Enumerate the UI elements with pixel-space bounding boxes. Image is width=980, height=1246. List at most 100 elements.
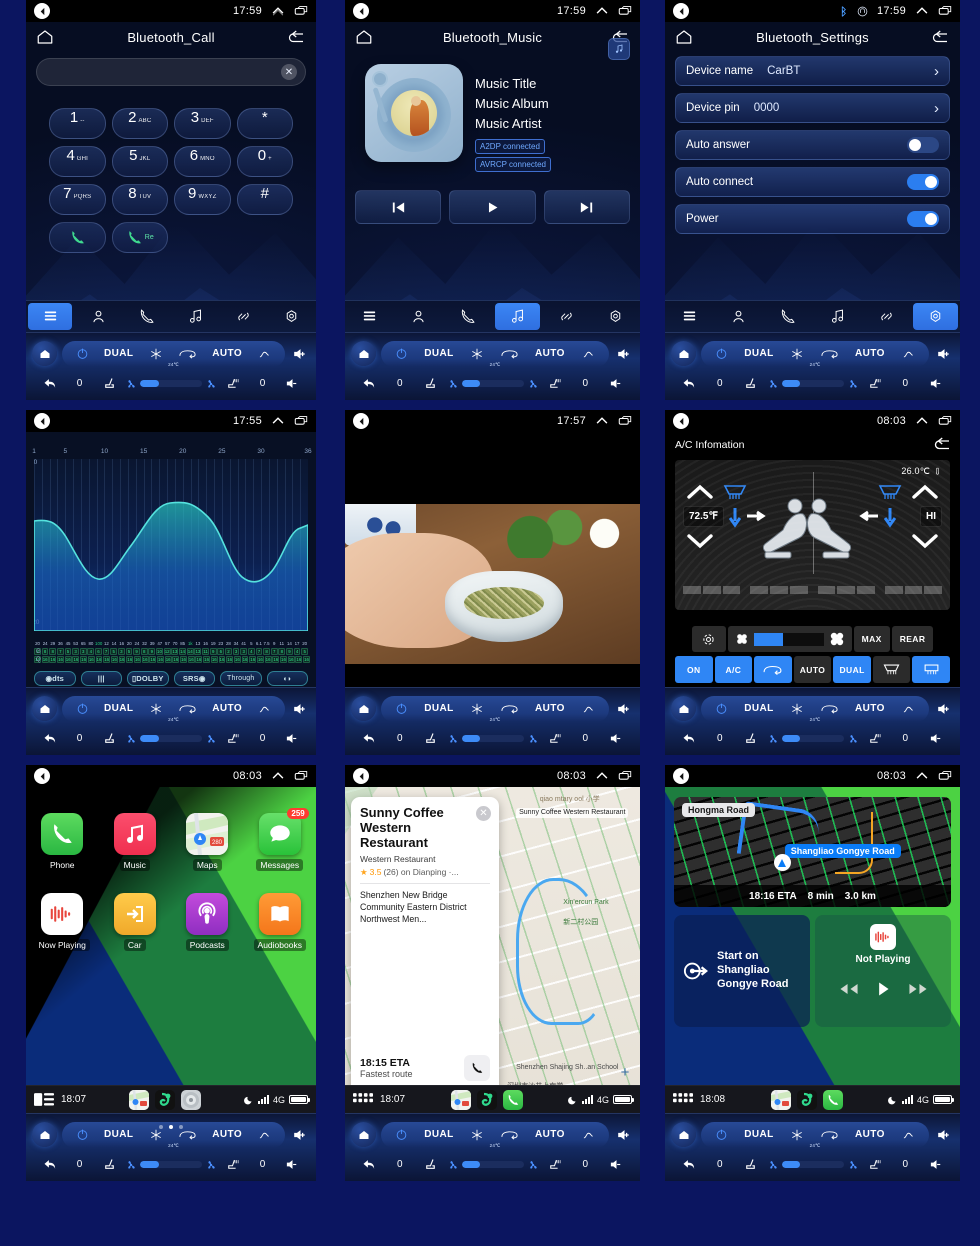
recirculation-icon[interactable] <box>820 347 839 361</box>
dock-phone-icon[interactable] <box>502 1089 523 1110</box>
power-icon[interactable] <box>715 347 728 360</box>
eq-gain-cell[interactable]: 3 <box>79 647 87 655</box>
right-temp-down-icon[interactable] <box>912 534 938 549</box>
home-button[interactable] <box>671 1122 696 1147</box>
eq-gain-cell[interactable]: 8 <box>263 647 270 655</box>
app-grid-icon[interactable] <box>673 1092 693 1107</box>
eq-q-cell[interactable]: 16 <box>203 656 211 663</box>
recent-apps-icon[interactable] <box>618 769 632 783</box>
eq-q-cell[interactable]: 16 <box>264 656 272 663</box>
fan-speed-slider[interactable] <box>447 733 539 745</box>
volume-up-button[interactable] <box>290 702 310 716</box>
direction-card[interactable]: Start on Shangliao Gongye Road <box>674 915 810 1027</box>
app-car[interactable]: Car <box>107 893 163 951</box>
eq-gain-cell[interactable]: 8 <box>49 647 57 655</box>
defrost-icon[interactable] <box>901 1128 915 1142</box>
eq-q-cell[interactable]: 16 <box>164 656 172 663</box>
home-button[interactable] <box>32 341 57 366</box>
setting-row-device-name[interactable]: Device name CarBT › <box>675 56 950 86</box>
recirculation-icon[interactable] <box>820 702 839 716</box>
ac-settings-button[interactable] <box>691 626 726 652</box>
fan-bar[interactable] <box>139 735 202 742</box>
fan-speed-slider[interactable] <box>447 1159 539 1171</box>
eq-gain-cell[interactable]: 5 <box>301 647 309 655</box>
next-button[interactable] <box>543 190 630 224</box>
auto-answer-toggle[interactable] <box>907 137 939 153</box>
dock-maps-icon[interactable] <box>129 1089 149 1110</box>
recent-apps-icon[interactable] <box>938 414 952 428</box>
home-button[interactable] <box>32 696 57 721</box>
left-temperature[interactable]: 72.5℉ <box>683 506 724 527</box>
recirculation-icon[interactable] <box>820 1128 839 1142</box>
eq-q-cell[interactable]: 16 <box>64 656 72 663</box>
eq-gain-cell[interactable]: 3 <box>72 647 79 655</box>
system-back-button[interactable] <box>673 3 689 19</box>
app-now-playing[interactable]: Now Playing <box>34 893 90 951</box>
preset-dolby[interactable]: ▯DOLBY <box>127 671 169 686</box>
eq-gain-cell[interactable]: 10 <box>156 647 163 655</box>
eq-gain-cell[interactable]: 13 <box>194 647 202 655</box>
setting-row-device-pin[interactable]: Device pin 0000 › <box>675 93 950 123</box>
volume-up-button[interactable] <box>934 702 954 716</box>
defrost-icon[interactable] <box>257 702 271 716</box>
dual-label[interactable]: DUAL <box>744 1129 773 1140</box>
eq-chart[interactable]: 15101520253036 20 0 -20 <box>32 448 312 638</box>
key-0[interactable]: 0 + <box>236 146 293 177</box>
app-phone[interactable]: Phone <box>34 813 90 871</box>
dual-label[interactable]: DUAL <box>104 703 133 714</box>
app-maps[interactable]: 280 Maps <box>179 813 235 871</box>
chevron-up-icon[interactable] <box>271 769 285 783</box>
home-icon[interactable] <box>355 28 373 46</box>
eq-gain-cell[interactable]: 4 <box>247 647 255 655</box>
volume-down-button[interactable] <box>601 731 632 746</box>
eq-gain-cell[interactable]: 3 <box>240 647 248 655</box>
tab-settings[interactable] <box>912 303 958 330</box>
seat-heat-button[interactable] <box>859 731 890 746</box>
eq-q-cell[interactable]: 16 <box>303 656 310 663</box>
eq-gain-cell[interactable]: 6 <box>95 647 102 655</box>
seat-position-button[interactable] <box>735 1157 766 1172</box>
page-dot[interactable] <box>179 1125 183 1129</box>
eq-q-cell[interactable]: 16 <box>110 656 118 663</box>
snowflake-icon[interactable] <box>470 347 484 361</box>
dock-phone-icon[interactable] <box>822 1089 843 1110</box>
seat-heat-button[interactable] <box>217 1157 247 1172</box>
tab-apps[interactable] <box>28 303 73 330</box>
eq-gain-cell[interactable]: 5 <box>125 647 133 655</box>
eq-gain-cell[interactable]: 6 <box>217 647 225 655</box>
eq-gain-cell[interactable]: 7 <box>56 647 64 655</box>
chevron-up-icon[interactable] <box>271 414 285 428</box>
snowflake-icon[interactable] <box>470 702 484 716</box>
seat-position-button[interactable] <box>95 731 125 746</box>
eq-plot[interactable]: 20 0 -20 <box>34 459 308 631</box>
left-temp-up-icon[interactable] <box>687 484 713 499</box>
tab-link[interactable] <box>219 301 267 332</box>
eq-gain-cell[interactable]: 8 <box>41 647 49 655</box>
power-icon[interactable] <box>76 1128 89 1141</box>
dock-maps-icon[interactable] <box>770 1089 791 1110</box>
volume-up-button[interactable] <box>614 702 634 716</box>
defrost-icon[interactable] <box>257 1128 271 1142</box>
volume-down-button[interactable] <box>278 376 308 391</box>
eq-q-cell[interactable]: 16 <box>157 656 164 663</box>
home-button[interactable] <box>671 696 696 721</box>
back-button[interactable] <box>34 1157 64 1172</box>
fan-bar[interactable] <box>781 735 844 742</box>
eq-q-cell[interactable]: 16 <box>172 656 180 663</box>
dial-input[interactable]: ✕ <box>36 58 306 86</box>
seat-heat-button[interactable] <box>217 731 247 746</box>
play-icon[interactable] <box>877 981 890 997</box>
eq-q-cell[interactable]: 16 <box>233 656 241 663</box>
eq-gain-cell[interactable]: 14 <box>186 647 194 655</box>
call-button[interactable] <box>49 222 106 253</box>
power-icon[interactable] <box>395 347 408 360</box>
eq-q-cell[interactable]: 16 <box>295 656 303 663</box>
left-defrost-icon[interactable] <box>723 484 747 501</box>
fan-bar[interactable] <box>139 380 202 387</box>
dock-kugou-icon[interactable] <box>476 1089 497 1110</box>
key-2[interactable]: 2 ABC <box>111 108 168 139</box>
tab-music[interactable] <box>813 301 862 332</box>
eq-q-cell[interactable]: 16 <box>241 656 249 663</box>
system-back-button[interactable] <box>34 413 50 429</box>
dock-maps-icon[interactable] <box>450 1089 471 1110</box>
